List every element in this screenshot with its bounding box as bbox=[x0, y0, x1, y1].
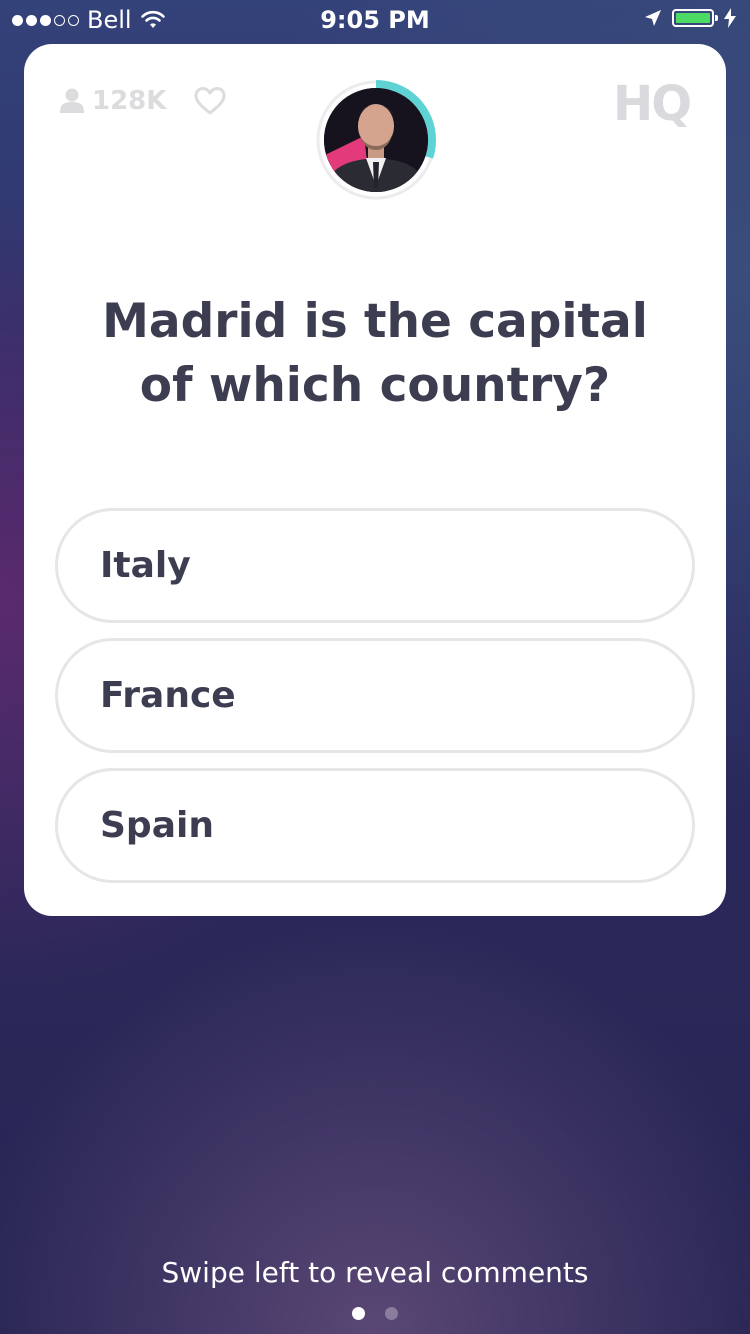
page-dot[interactable] bbox=[352, 1307, 365, 1320]
host-avatar bbox=[324, 88, 428, 192]
answer-option-1[interactable]: Italy bbox=[55, 508, 695, 623]
location-arrow-icon bbox=[645, 10, 661, 26]
answer-option-3[interactable]: Spain bbox=[55, 768, 695, 883]
answer-option-2[interactable]: France bbox=[55, 638, 695, 753]
heart-icon[interactable] bbox=[194, 86, 226, 116]
clock: 9:05 PM bbox=[320, 6, 430, 34]
user-icon bbox=[60, 88, 84, 113]
status-right bbox=[644, 8, 736, 28]
question-text: Madrid is the capital of which country? bbox=[102, 294, 648, 413]
battery-icon bbox=[672, 9, 718, 27]
question-card: 128K HQ Madrid is the capital of which c… bbox=[24, 44, 726, 916]
hq-logo: HQ bbox=[613, 76, 692, 132]
swipe-hint: Swipe left to reveal comments bbox=[161, 1256, 589, 1289]
page-dot[interactable] bbox=[385, 1307, 398, 1320]
page-indicator[interactable] bbox=[0, 1307, 750, 1320]
viewer-count-label: 128K bbox=[92, 86, 167, 116]
host-avatar-timer bbox=[314, 78, 438, 202]
status-bar: Bell 9:05 PM bbox=[0, 0, 750, 40]
charging-bolt-icon bbox=[724, 8, 736, 28]
viewer-count: 128K bbox=[60, 86, 166, 116]
